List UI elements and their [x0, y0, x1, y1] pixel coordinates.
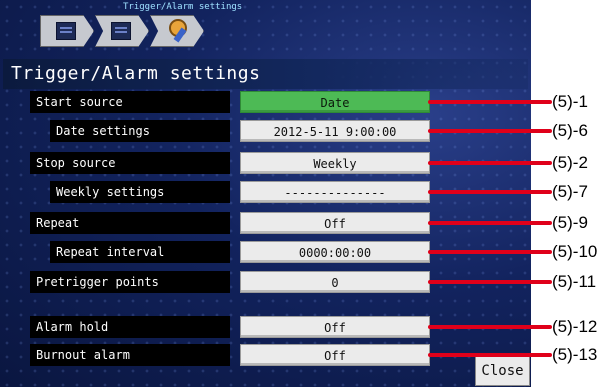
tab-screen[interactable]: [40, 15, 94, 47]
callout-label: (5)-7: [552, 182, 588, 201]
list-icon: [111, 22, 131, 40]
screen-icon: [56, 22, 76, 40]
callout-label: (5)-12: [552, 317, 598, 336]
callout-label: (5)-13: [552, 345, 598, 364]
pretrigger-points-label: Pretrigger points: [30, 271, 230, 293]
stop-source-label: Stop source: [30, 152, 230, 174]
repeat-field[interactable]: Off: [240, 212, 430, 234]
start-source-field[interactable]: Date: [240, 91, 430, 113]
repeat-interval-field[interactable]: 0000:00:00: [240, 241, 430, 263]
repeat-interval-label: Repeat interval: [50, 241, 230, 263]
alarm-hold-field[interactable]: Off: [240, 316, 430, 338]
date-settings-field[interactable]: 2012-5-11 9:00:00: [240, 120, 430, 142]
callout-label: (5)-1: [552, 92, 588, 111]
page-title-bar: Trigger/Alarm settings: [3, 59, 528, 89]
burnout-alarm-field[interactable]: Off: [240, 344, 430, 366]
row-repeat-interval: Repeat interval 0000:00:00: [30, 241, 525, 263]
callout-label: (5)-10: [552, 242, 598, 261]
callout-label: (5)-6: [552, 121, 588, 140]
stop-source-field[interactable]: Weekly: [240, 152, 430, 174]
row-pretrigger-points: Pretrigger points 0: [30, 271, 525, 293]
close-button[interactable]: Close: [475, 356, 530, 386]
page-title: Trigger/Alarm settings: [11, 63, 261, 84]
tab-settings[interactable]: [150, 15, 204, 47]
row-repeat: Repeat Off: [30, 212, 525, 234]
row-weekly-settings: Weekly settings --------------: [30, 181, 525, 203]
row-alarm-hold: Alarm hold Off: [30, 316, 525, 338]
row-start-source: Start source Date: [30, 91, 525, 113]
device-screen: Trigger/Alarm settings Trigger/Alarm set…: [0, 0, 531, 387]
breadcrumb: Trigger/Alarm settings: [123, 2, 243, 12]
row-stop-source: Stop source Weekly: [30, 152, 525, 174]
tab-list[interactable]: [95, 15, 149, 47]
pretrigger-points-field[interactable]: 0: [240, 271, 430, 293]
row-burnout-alarm: Burnout alarm Off: [30, 344, 525, 366]
row-date-settings: Date settings 2012-5-11 9:00:00: [30, 120, 525, 142]
header-bar: Trigger/Alarm settings: [0, 0, 531, 58]
weekly-settings-field[interactable]: --------------: [240, 181, 430, 203]
start-source-label: Start source: [30, 91, 230, 113]
alarm-hold-label: Alarm hold: [30, 316, 230, 338]
callout-label: (5)-9: [552, 213, 588, 232]
date-settings-label: Date settings: [50, 120, 230, 142]
callout-label: (5)-11: [552, 272, 597, 291]
repeat-label: Repeat: [30, 212, 230, 234]
burnout-alarm-label: Burnout alarm: [30, 344, 230, 366]
callout-label: (5)-2: [552, 153, 588, 172]
weekly-settings-label: Weekly settings: [50, 181, 230, 203]
